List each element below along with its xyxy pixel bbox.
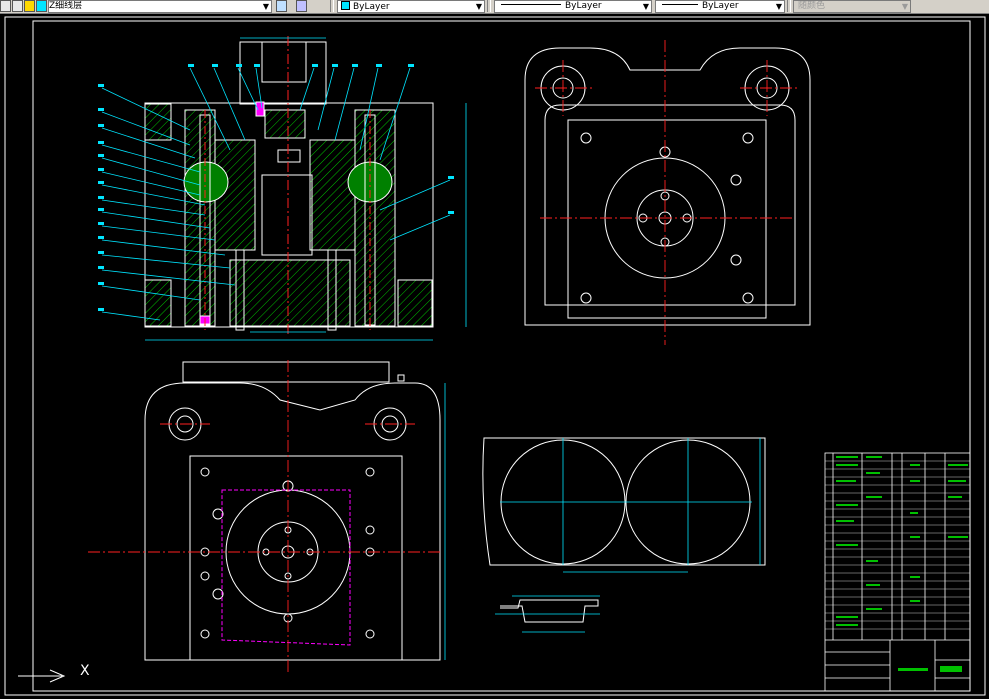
layer-lock-icon[interactable]: [24, 0, 35, 12]
plotstyle-dropdown: 随颜色 ▼: [793, 0, 911, 13]
layer-name: Z细线层: [49, 1, 83, 11]
assembly-section-view: [98, 36, 467, 341]
make-layer-current-icon[interactable]: [276, 0, 287, 12]
ucs-icon: [18, 669, 66, 683]
lower-die-plan-view: [144, 361, 441, 661]
color-value: ByLayer: [353, 2, 390, 12]
drawing-frame: [32, 20, 971, 692]
color-dropdown[interactable]: ByLayer ▼: [337, 0, 485, 13]
lineweight-value: ByLayer: [702, 1, 739, 11]
chevron-down-icon: ▼: [901, 2, 908, 11]
drawing-canvas[interactable]: [0, 14, 989, 699]
chevron-down-icon: ▼: [775, 2, 782, 11]
linetype-sample: [501, 4, 561, 5]
part-section-view: [495, 595, 600, 633]
toolbar-separator: [487, 0, 491, 12]
color-swatch-icon: [341, 1, 350, 10]
chevron-down-icon: ▼: [642, 2, 649, 11]
layer-previous-icon[interactable]: [296, 0, 307, 12]
title-block: [824, 452, 971, 692]
strip-layout-view: [482, 437, 766, 573]
plotstyle-value: 随颜色: [798, 1, 826, 11]
chevron-down-icon: ▼: [262, 2, 269, 11]
chevron-down-icon: ▼: [475, 2, 482, 11]
linetype-dropdown[interactable]: ByLayer ▼: [494, 0, 652, 13]
lineweight-dropdown[interactable]: ByLayer ▼: [655, 0, 785, 13]
linetype-value: ByLayer: [565, 1, 602, 11]
ucs-x-axis-label: X: [80, 663, 90, 679]
lineweight-sample: [662, 4, 698, 5]
layer-freeze-icon[interactable]: [12, 0, 23, 12]
properties-toolbar: Z细线层 ▼ ByLayer ▼ ByLayer ▼ ByLayer ▼ 随颜色…: [0, 0, 989, 14]
layer-dropdown[interactable]: Z细线层 ▼: [48, 0, 272, 13]
layer-color-icon[interactable]: [36, 0, 47, 12]
lower-die-centerlines: [88, 360, 440, 672]
layer-state-icon[interactable]: [0, 0, 11, 12]
toolbar-separator: [787, 0, 791, 12]
toolbar-separator: [330, 0, 334, 12]
